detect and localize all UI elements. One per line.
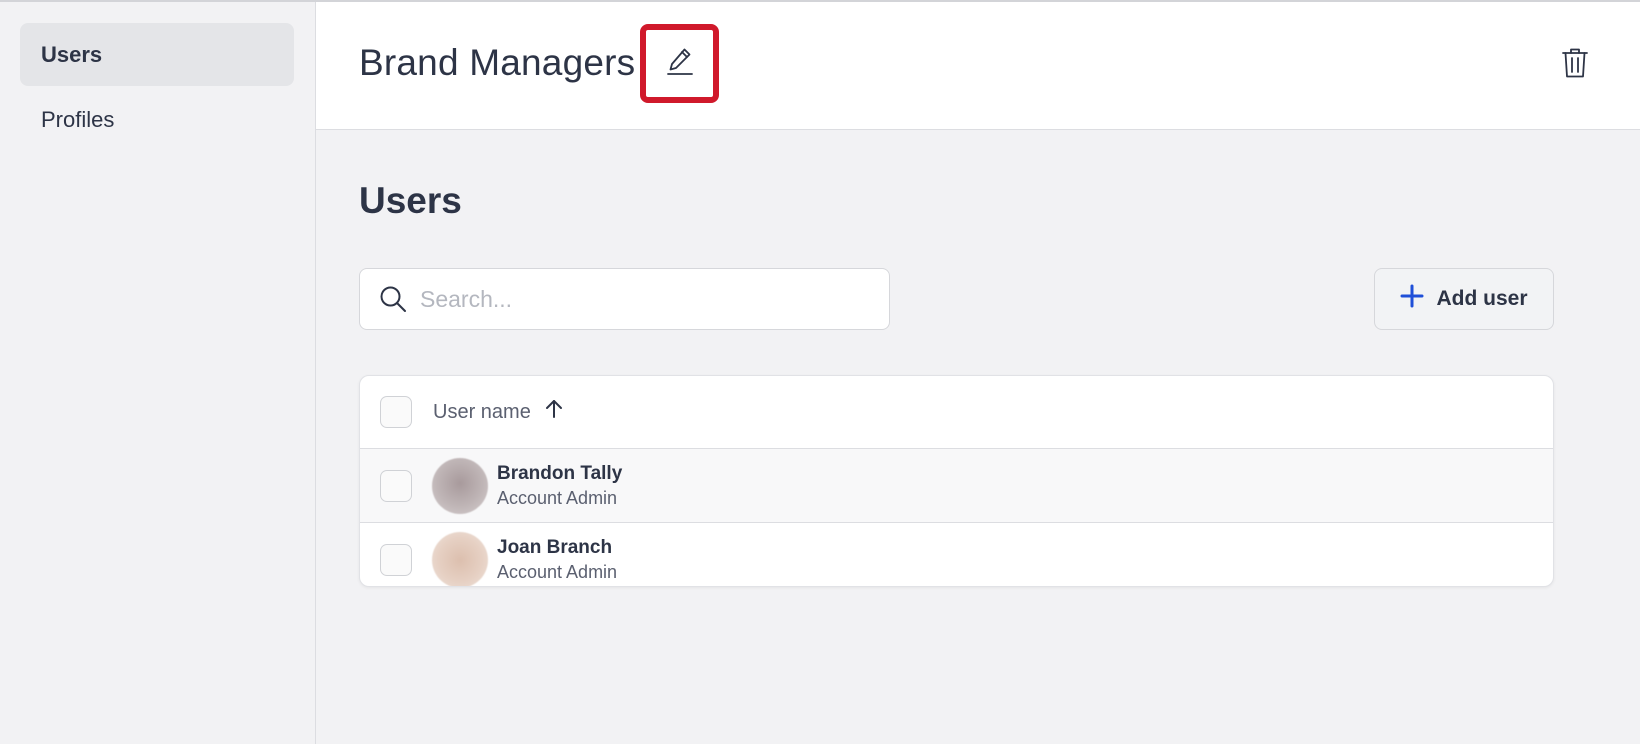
pencil-icon	[664, 45, 696, 82]
search-icon	[360, 285, 418, 313]
select-all-checkbox[interactable]	[380, 396, 412, 428]
avatar	[432, 457, 488, 514]
table-row[interactable]: Joan Branch Account Admin	[360, 523, 1553, 586]
search-box[interactable]	[359, 268, 890, 330]
table-header: User name	[360, 376, 1553, 449]
page-header: Brand Managers	[316, 2, 1640, 130]
plus-icon	[1400, 284, 1424, 314]
page-title: Brand Managers	[359, 42, 636, 83]
user-role: Account Admin	[497, 487, 618, 508]
row-checkbox[interactable]	[380, 469, 412, 502]
search-input[interactable]	[418, 285, 889, 313]
user-role: Account Admin	[497, 562, 618, 582]
edit-title-button[interactable]	[640, 24, 719, 103]
column-header-user-name[interactable]: User name	[433, 399, 563, 425]
sidebar: Users Profiles	[0, 2, 316, 744]
trash-icon	[1561, 47, 1589, 84]
column-header-label: User name	[433, 400, 531, 423]
user-info: Brandon Tally Account Admin	[497, 463, 622, 509]
add-user-button[interactable]: Add user	[1374, 268, 1554, 330]
users-table: User name Brandon Tally Account Admin Jo…	[359, 375, 1554, 587]
delete-button[interactable]	[1558, 46, 1592, 84]
row-checkbox[interactable]	[380, 544, 412, 576]
user-name[interactable]: Brandon Tally	[497, 463, 622, 485]
user-info: Joan Branch Account Admin	[497, 537, 617, 583]
sidebar-item-profiles[interactable]: Profiles	[20, 88, 294, 151]
app-window: Users Profiles Brand Managers Users Sear…	[0, 0, 1640, 744]
user-name[interactable]: Joan Branch	[497, 537, 617, 559]
main-content: Users Add user U	[316, 130, 1640, 744]
avatar	[432, 532, 488, 586]
sidebar-item-users[interactable]: Users	[20, 23, 294, 86]
arrow-up-icon	[545, 399, 563, 425]
add-user-label: Add user	[1436, 287, 1528, 310]
table-row[interactable]: Brandon Tally Account Admin	[360, 449, 1553, 523]
section-title: Users	[359, 180, 462, 221]
